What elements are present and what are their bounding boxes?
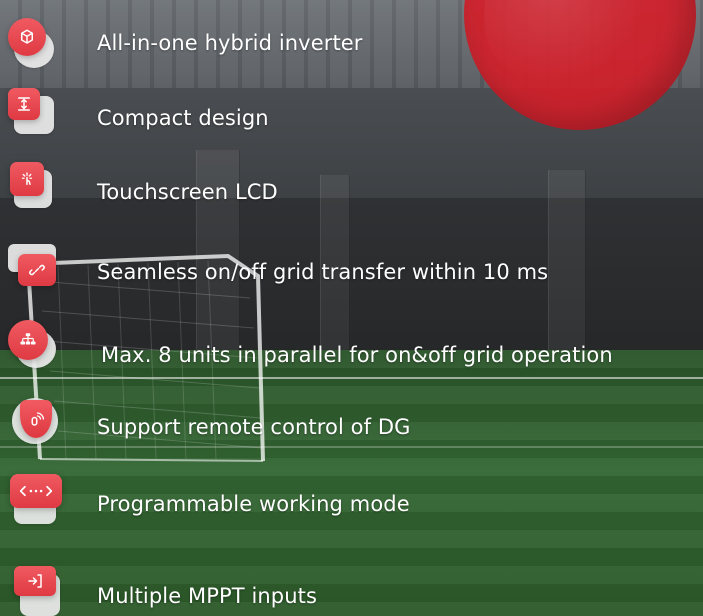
feature-icon-wrapper [6, 18, 66, 68]
feature-label: Multiple MPPT inputs [97, 584, 317, 608]
feature-item: Touchscreen LCD [0, 162, 703, 212]
compress-icon [8, 88, 40, 120]
feature-icon-wrapper [6, 566, 66, 616]
feature-label: Touchscreen LCD [97, 180, 278, 204]
feature-item: Support remote control of DG [0, 392, 703, 444]
code-icon [10, 474, 62, 508]
feature-label: Support remote control of DG [97, 415, 411, 439]
feature-item: Programmable working mode [0, 474, 703, 524]
touch-icon [10, 162, 44, 196]
feature-icon-wrapper [6, 474, 66, 524]
feature-label: Compact design [97, 106, 269, 130]
feature-banner: All-in-one hybrid inverter Compact desig… [0, 0, 703, 616]
field-line [0, 377, 703, 379]
hierarchy-icon [8, 320, 48, 360]
cube-icon [8, 18, 46, 56]
feature-label: Max. 8 units in parallel for on&off grid… [101, 343, 613, 367]
feature-icon-wrapper [6, 392, 66, 444]
feature-label: All-in-one hybrid inverter [97, 31, 363, 55]
feature-item: All-in-one hybrid inverter [0, 18, 703, 68]
feature-item: Compact design [0, 88, 703, 138]
feature-icon-wrapper [6, 162, 66, 212]
link-icon [18, 254, 56, 286]
input-icon [14, 566, 56, 596]
feature-label: Programmable working mode [97, 492, 410, 516]
feature-icon-wrapper [6, 244, 66, 294]
feature-label: Seamless on/off grid transfer within 10 … [97, 260, 549, 284]
field-line [0, 446, 703, 448]
feature-item: Multiple MPPT inputs [0, 566, 703, 616]
feature-item: Max. 8 units in parallel for on&off grid… [0, 320, 703, 370]
feature-icon-wrapper [6, 320, 66, 370]
feature-item: Seamless on/off grid transfer within 10 … [0, 244, 703, 294]
feature-icon-wrapper [6, 88, 66, 138]
